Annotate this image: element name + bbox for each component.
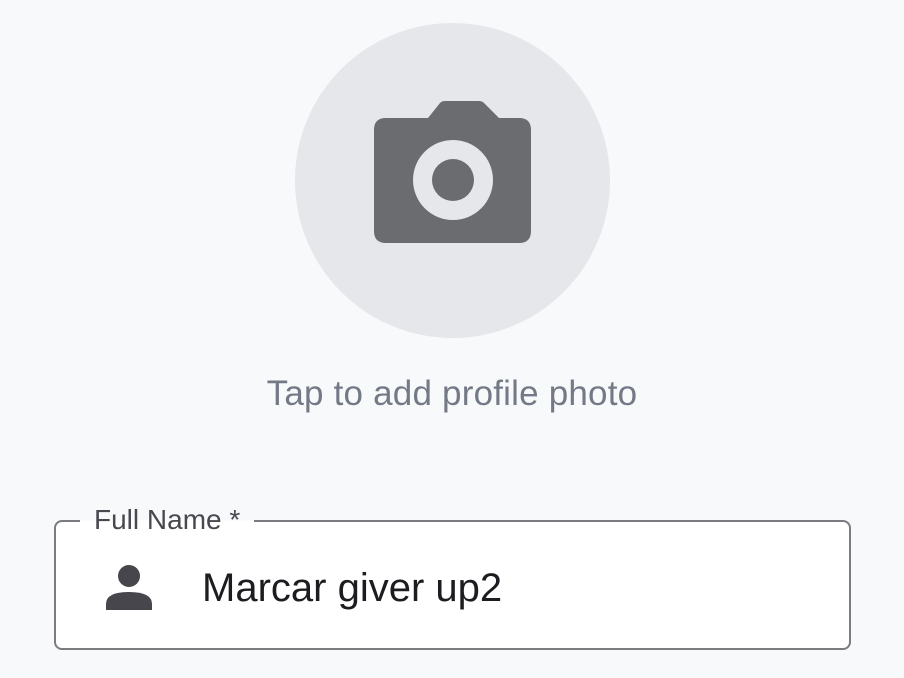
- camera-icon: [374, 101, 531, 243]
- full-name-label: Full Name *: [80, 502, 255, 538]
- add-photo-hint: Tap to add profile photo: [266, 374, 638, 413]
- full-name-field[interactable]: Full Name *: [54, 502, 851, 650]
- full-name-input[interactable]: [202, 562, 802, 614]
- profile-setup-screen: Tap to add profile photo Full Name *: [0, 0, 904, 678]
- profile-photo-picker[interactable]: [295, 23, 610, 338]
- person-icon: [106, 565, 152, 610]
